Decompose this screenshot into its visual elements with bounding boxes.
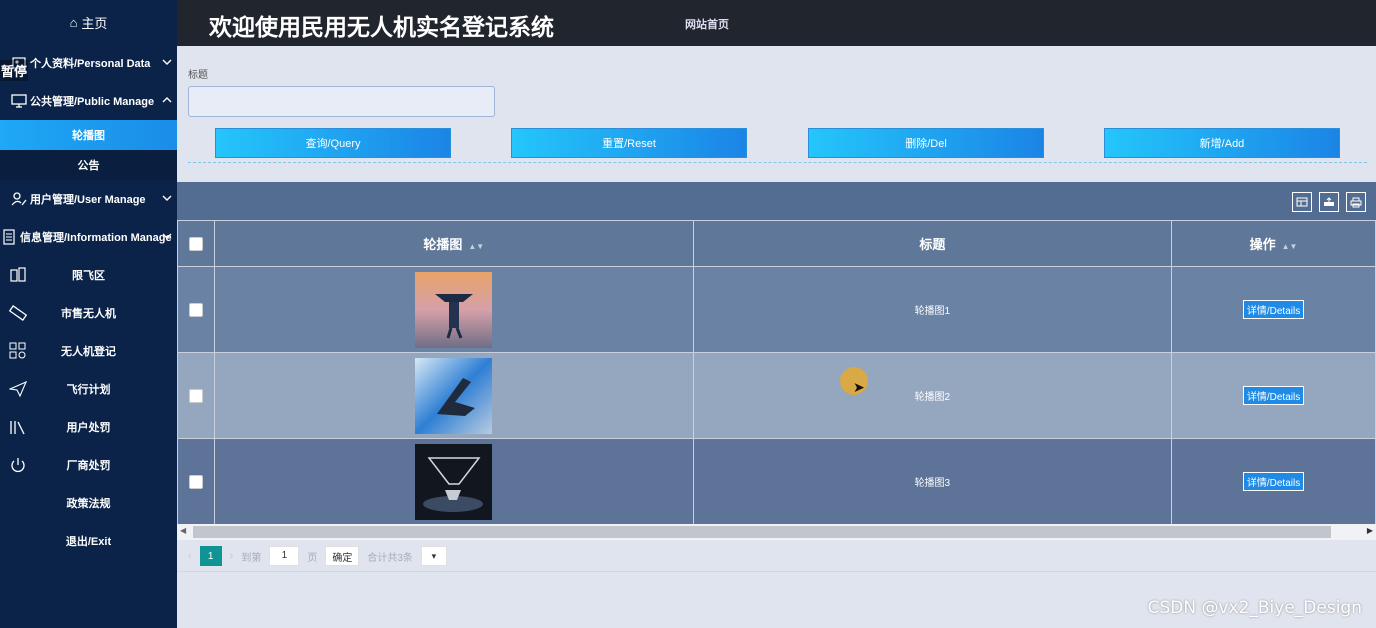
- chevron-down-icon: [162, 57, 172, 69]
- row-checkbox[interactable]: [188, 388, 203, 403]
- current-page[interactable]: 1: [199, 546, 222, 566]
- divider: [188, 162, 1367, 163]
- sidebar-home-label: 主页: [81, 15, 108, 31]
- chevron-up-icon: [162, 95, 172, 107]
- search-title-label: 标题: [188, 70, 208, 81]
- prev-page-icon[interactable]: ‹: [188, 550, 192, 562]
- scrollbar-thumb[interactable]: [193, 526, 1331, 538]
- library-icon: [9, 418, 27, 436]
- sort-icon[interactable]: ▲▼: [468, 242, 484, 251]
- sidebar-item-drone-registration[interactable]: 无人机登记: [0, 332, 177, 370]
- user-edit-icon: [10, 192, 28, 206]
- menu-group-user-manage[interactable]: 用户管理/User Manage: [0, 180, 177, 218]
- details-button[interactable]: 详情/Details: [1242, 386, 1305, 405]
- sidebar-item-exit[interactable]: 退出/Exit: [0, 522, 177, 560]
- sidebar-item-label: 退出/Exit: [65, 536, 112, 548]
- column-filter-icon[interactable]: [1292, 192, 1312, 212]
- column-header-title: 标题: [692, 220, 1173, 267]
- menu-group-label: 个人资料/Personal Data: [30, 58, 151, 70]
- scroll-right-icon[interactable]: ▶: [1367, 526, 1373, 535]
- print-icon[interactable]: [1346, 192, 1366, 212]
- menu-group-label: 公共管理/Public Manage: [30, 96, 155, 108]
- column-header-label: 操作: [1249, 237, 1276, 252]
- chevron-down-icon: [162, 193, 172, 205]
- sidebar-item-carousel[interactable]: 轮播图: [0, 120, 177, 150]
- menu-group-label: 用户管理/User Manage: [30, 194, 146, 206]
- row-checkbox[interactable]: [188, 302, 203, 317]
- menu-group-information-manage[interactable]: 信息管理/Information Manage: [0, 218, 177, 256]
- sidebar-item-flight-plan[interactable]: 飞行计划: [0, 370, 177, 408]
- pagination: ‹ 1 › 到第 1 页 确定 合计共3条 ▾: [188, 545, 447, 567]
- carousel-thumbnail: [415, 271, 493, 348]
- carousel-thumbnail: [415, 357, 493, 434]
- sidebar-item-no-fly-zone[interactable]: 限飞区: [0, 256, 177, 294]
- select-all-cell: [177, 220, 215, 267]
- page-unit-label: 页: [307, 552, 318, 564]
- confirm-page-button[interactable]: 确定: [325, 546, 360, 566]
- paper-plane-icon: [9, 380, 27, 398]
- table-row: 轮播图2 详情/Details: [177, 352, 1376, 439]
- search-title-input[interactable]: [188, 86, 495, 117]
- next-page-icon[interactable]: ›: [230, 550, 234, 562]
- add-button[interactable]: 新增/Add: [1104, 128, 1340, 158]
- table-row: 轮播图3 详情/Details: [177, 438, 1376, 525]
- grid-search-icon: [9, 342, 27, 360]
- row-title: 轮播图2: [692, 352, 1173, 439]
- row-checkbox[interactable]: [188, 474, 203, 489]
- paused-badge: 暂停: [0, 60, 29, 81]
- watermark: CSDN @vx2_Biye_Design: [1147, 598, 1362, 618]
- sidebar-item-label: 政策法规: [66, 498, 111, 510]
- data-table: 轮播图▲▼ 标题 操作▲▼ 轮播图1 详情/Details 轮播图2 详情/: [177, 220, 1376, 525]
- table-row: 轮播图1 详情/Details: [177, 266, 1376, 353]
- sidebar-item-vendor-penalty[interactable]: 厂商处罚: [0, 446, 177, 484]
- power-icon: [9, 456, 27, 474]
- table-panel: 轮播图▲▼ 标题 操作▲▼ 轮播图1 详情/Details 轮播图2 详情/: [177, 182, 1376, 540]
- column-header-actions[interactable]: 操作 ▲▼: [1171, 220, 1376, 267]
- total-count: 合计共3条: [367, 552, 413, 564]
- ruler-icon: [9, 304, 27, 322]
- table-tools: [1292, 192, 1366, 212]
- divider: [177, 571, 1376, 572]
- sidebar: ⌂ 主页 个人资料/Personal Data 暂停 公共管理/Public M…: [0, 0, 177, 628]
- goto-page-input[interactable]: 1: [269, 546, 300, 566]
- details-button[interactable]: 详情/Details: [1242, 472, 1305, 491]
- table-header-row: 轮播图 ▲▼ 标题 操作 ▲▼: [177, 220, 1376, 267]
- details-button[interactable]: 详情/Details: [1242, 300, 1305, 319]
- select-all-checkbox[interactable]: [188, 237, 203, 252]
- row-title: 轮播图1: [692, 266, 1173, 353]
- delete-button[interactable]: 删除/Del: [808, 128, 1044, 158]
- column-header-carousel[interactable]: 轮播图 ▲▼: [213, 220, 694, 267]
- sidebar-item-notice[interactable]: 公告: [0, 150, 177, 180]
- menu-group-public-manage[interactable]: 公共管理/Public Manage: [0, 82, 177, 120]
- menu-group-label: 信息管理/Information Manage: [20, 232, 172, 244]
- chevron-down-icon: ▾: [431, 550, 437, 561]
- sidebar-home[interactable]: ⌂ 主页: [0, 0, 177, 44]
- book-icon: [9, 266, 27, 284]
- export-icon[interactable]: [1319, 192, 1339, 212]
- row-title: 轮播图3: [692, 438, 1173, 525]
- monitor-icon: [10, 94, 28, 108]
- top-bar: 欢迎使用民用无人机实名登记系统 网站首页: [177, 0, 1376, 46]
- scroll-left-icon[interactable]: ◀: [180, 526, 186, 535]
- page-size-select[interactable]: ▾: [420, 546, 447, 566]
- sidebar-item-user-penalty[interactable]: 用户处罚: [0, 408, 177, 446]
- query-button[interactable]: 查询/Query: [215, 128, 451, 158]
- goto-label: 到第: [241, 552, 262, 564]
- sidebar-item-drones-for-sale[interactable]: 市售无人机: [0, 294, 177, 332]
- home-icon: ⌂: [69, 14, 78, 30]
- list-icon: [0, 229, 18, 245]
- mouse-pointer-icon: ➤: [853, 379, 865, 395]
- carousel-thumbnail: [415, 443, 493, 520]
- column-header-label: 轮播图: [423, 237, 463, 252]
- column-header-label: 标题: [919, 237, 946, 252]
- reset-button[interactable]: 重置/Reset: [511, 128, 747, 158]
- sort-icon[interactable]: ▲▼: [1282, 242, 1298, 251]
- horizontal-scrollbar[interactable]: ◀ ▶: [177, 524, 1376, 540]
- chevron-down-icon: [162, 231, 172, 243]
- sidebar-item-policies[interactable]: 政策法规: [0, 484, 177, 522]
- site-home-link[interactable]: 网站首页: [685, 16, 729, 32]
- page-title: 欢迎使用民用无人机实名登记系统: [209, 14, 554, 40]
